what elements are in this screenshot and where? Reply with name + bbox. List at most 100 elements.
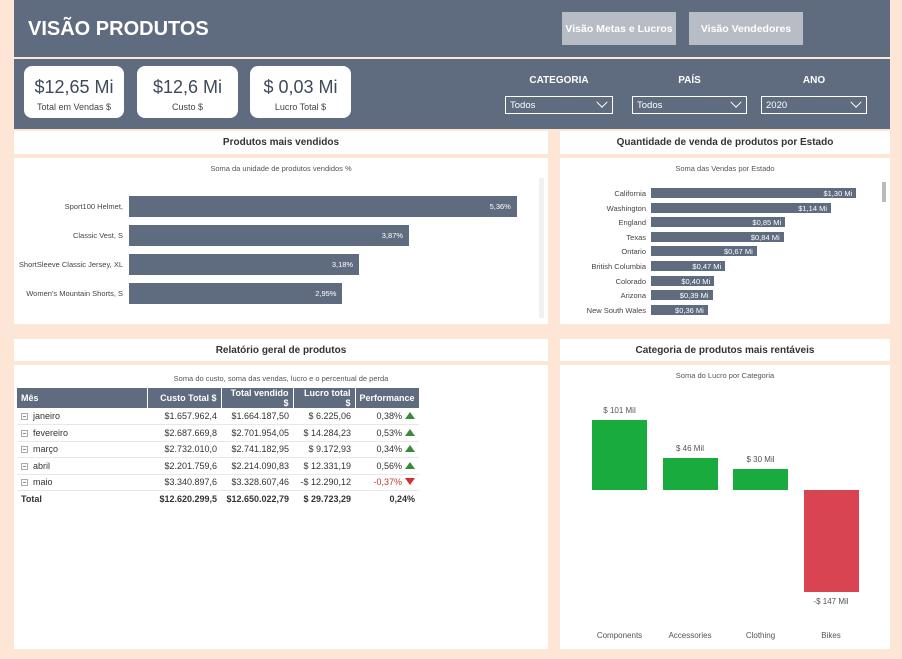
table-row[interactable]: fevereiro $2.687.669,8 $2.701.954,05 $ 14.2… bbox=[17, 424, 420, 442]
cell-vendido: $2.214.090,83 bbox=[221, 457, 293, 475]
table-row[interactable]: janeiro $1.657.962,4 $1.664.187,50 $ 6.225,… bbox=[17, 408, 420, 425]
chevron-down-icon bbox=[850, 96, 862, 108]
cell-mes: abril bbox=[17, 457, 147, 475]
cell-vendido: $3.328.607,46 bbox=[221, 474, 293, 491]
cell-lucro: $ 9.172,93 bbox=[293, 441, 355, 458]
kpi-total-vendas: $12,65 Mi Total em Vendas $ bbox=[24, 66, 124, 118]
categoria-panel: Soma do Lucro por Categoria $ 101 Mil Com… bbox=[560, 365, 890, 649]
produtos-scrollbar[interactable] bbox=[539, 178, 544, 318]
total-lucro: $ 29.723,29 bbox=[303, 494, 351, 504]
cell-mes: março bbox=[17, 441, 147, 458]
table-header-row: Mês Custo Total $ Total vendido $ Lucro … bbox=[17, 388, 420, 408]
x-tick-label: Bikes bbox=[821, 631, 841, 640]
filter-ano-select[interactable]: 2020 bbox=[761, 96, 867, 114]
produtos-panel-title: Produtos mais vendidos bbox=[14, 131, 548, 154]
expand-icon[interactable] bbox=[21, 479, 28, 487]
bar-mark bbox=[662, 458, 718, 490]
table-row[interactable]: março $2.732.010,0 $2.741.182,95 $ 9.172,93… bbox=[17, 441, 420, 458]
performance-value: -0,37% bbox=[373, 477, 403, 488]
estados-panel-title: Quantidade de venda de produtos por Esta… bbox=[560, 131, 890, 154]
bar-category-label: ShortSleeve Classic Jersey, XL bbox=[18, 260, 123, 269]
bar-value-label: $ 101 Mil bbox=[603, 405, 636, 415]
bar-value-label: $1,14 Mi bbox=[798, 203, 827, 213]
cell-vendido: $1.664.187,50 bbox=[221, 408, 293, 425]
performance-value: 0,56% bbox=[376, 460, 403, 471]
categoria-subtitle: Soma do Lucro por Categoria bbox=[675, 371, 775, 380]
cell-performance: 0,56% bbox=[355, 457, 420, 475]
cell-mes-text: janeiro bbox=[33, 411, 61, 421]
bar-category-label: Colorado bbox=[615, 276, 646, 286]
kpi-custo: $12,6 Mi Custo $ bbox=[137, 66, 238, 118]
filter-pais-select[interactable]: Todos bbox=[632, 96, 747, 114]
expand-icon[interactable] bbox=[21, 462, 28, 470]
bar-category-label: Classic Vest, S bbox=[72, 231, 123, 240]
nav-metas-lucros-button[interactable]: Visão Metas e Lucros bbox=[562, 12, 676, 45]
bar-category-label: Arizona bbox=[620, 291, 646, 301]
table-row[interactable]: maio $3.340.897,6 $3.328.607,46 -$ 12.290,1… bbox=[17, 474, 420, 491]
kpi-value: $ 0,03 Mi bbox=[263, 77, 338, 97]
nav-vendedores-button[interactable]: Visão Vendedores bbox=[689, 12, 803, 45]
col-mes[interactable]: Mês bbox=[17, 388, 148, 408]
table-row[interactable]: abril $2.201.759,6 $2.214.090,83 $ 12.331,1… bbox=[17, 457, 420, 475]
relatorio-subtitle: Soma do custo, soma das vendas, lucro e … bbox=[173, 374, 389, 383]
estados-subtitle: Soma das Vendas por Estado bbox=[675, 164, 775, 173]
estados-panel: Soma das Vendas por Estado California $1,… bbox=[560, 158, 890, 324]
bar-value-label: $0,40 Mi bbox=[681, 276, 711, 286]
cell-mes: janeiro bbox=[17, 408, 147, 425]
cell-custo: $1.657.962,4 bbox=[147, 408, 221, 425]
total-vendido: $12.650.022,79 bbox=[226, 494, 289, 504]
bar-value-label: $0,85 Mi bbox=[752, 218, 782, 228]
cell-vendido: $2.701.954,05 bbox=[221, 424, 293, 442]
kpi-value: $12,6 Mi bbox=[152, 77, 223, 97]
triangle-up-icon bbox=[405, 412, 416, 419]
expand-icon[interactable] bbox=[21, 446, 28, 454]
cell-lucro: -$ 12.290,12 bbox=[293, 474, 355, 491]
bar-category-label: Ontario bbox=[621, 247, 646, 257]
chevron-down-icon bbox=[596, 96, 608, 108]
bar-category-label: Washington bbox=[606, 203, 646, 213]
cell-mes-text: fevereiro bbox=[33, 427, 69, 438]
cell-performance: -0,37% bbox=[355, 474, 420, 491]
bar-mark bbox=[803, 490, 859, 592]
bar-category-label: New South Wales bbox=[586, 305, 646, 315]
cell-custo: $3.340.897,6 bbox=[147, 474, 221, 491]
estados-scrollbar[interactable] bbox=[882, 182, 886, 202]
bar-category-label: Women's Mountain Shorts, S bbox=[26, 289, 123, 298]
bar-mark bbox=[592, 419, 647, 490]
relatorio-panel: Soma do custo, soma das vendas, lucro e … bbox=[14, 365, 548, 649]
col-lucro[interactable]: Lucro total $ bbox=[293, 388, 356, 408]
bar-value-label: 5,36% bbox=[489, 202, 511, 211]
expand-icon[interactable] bbox=[21, 413, 28, 420]
kpi-label: Custo $ bbox=[171, 102, 204, 112]
col-performance[interactable]: Performance bbox=[355, 388, 420, 408]
bar-value-label: $0,84 Mi bbox=[750, 232, 780, 242]
cell-custo: $2.201.759,6 bbox=[147, 457, 221, 475]
produtos-subtitle: Soma da unidade de produtos vendidos % bbox=[210, 164, 352, 173]
cell-lucro: $ 14.284,23 bbox=[293, 424, 355, 442]
bar-value-label: 2,95% bbox=[315, 289, 337, 298]
cell-lucro: $ 6.225,06 bbox=[293, 408, 355, 425]
bar-value-label: 3,87% bbox=[381, 231, 404, 240]
bar-value-label: $0,39 Mi bbox=[679, 291, 709, 301]
bar-category-label: Sport100 Helmet, bbox=[64, 202, 123, 211]
cell-mes: fevereiro bbox=[17, 424, 147, 442]
kpi-filter-bar: $12,65 Mi Total em Vendas $ $12,6 Mi Cus… bbox=[14, 59, 890, 129]
filter-value: Todos bbox=[510, 99, 536, 111]
performance-value: 0,38% bbox=[376, 411, 403, 421]
bar-category-label: California bbox=[614, 189, 646, 198]
performance-value: 0,53% bbox=[376, 427, 403, 438]
cell-vendido: $2.741.182,95 bbox=[221, 441, 293, 458]
col-vendido[interactable]: Total vendido $ bbox=[221, 388, 294, 408]
filter-categoria-select[interactable]: Todos bbox=[505, 96, 613, 114]
col-custo[interactable]: Custo Total $ bbox=[147, 388, 222, 408]
chevron-down-icon bbox=[730, 96, 742, 108]
categoria-panel-title: Categoria de produtos mais rentáveis bbox=[560, 339, 890, 361]
bar-category-label: Texas bbox=[626, 232, 646, 242]
cell-custo: $2.687.669,8 bbox=[147, 424, 221, 442]
cell-mes-text: abril bbox=[33, 460, 51, 471]
filter-value: 2020 bbox=[766, 99, 788, 111]
bar-value-label: -$ 147 Mil bbox=[813, 597, 849, 606]
kpi-value: $12,65 Mi bbox=[34, 77, 114, 97]
expand-icon[interactable] bbox=[21, 429, 28, 437]
triangle-up-icon bbox=[405, 445, 416, 453]
